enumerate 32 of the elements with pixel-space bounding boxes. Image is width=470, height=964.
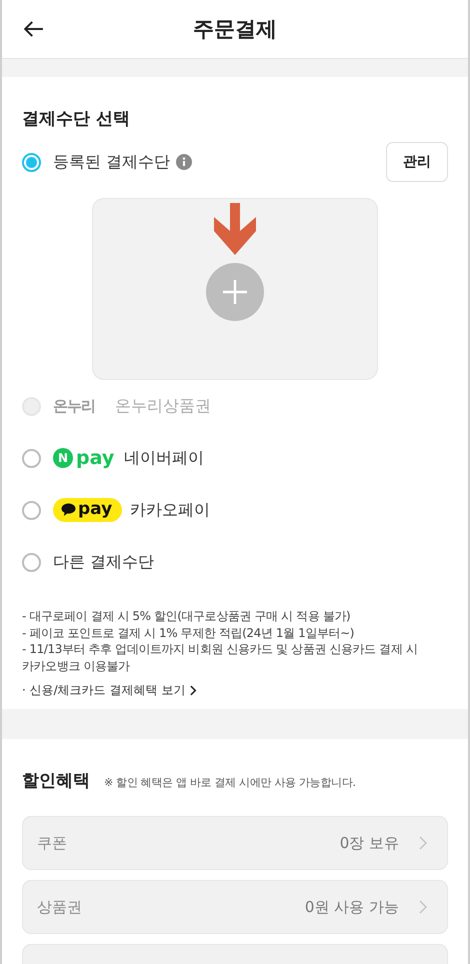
option-label: 다른 결제수단 <box>53 552 154 572</box>
option-label: 온누리상품권 <box>115 396 211 416</box>
naver-badge: N <box>53 448 73 468</box>
radio-button[interactable] <box>22 448 41 468</box>
chevron-right-icon <box>419 900 427 914</box>
chevron-right-icon <box>190 685 198 696</box>
kakaopay-logo: pay <box>53 498 122 522</box>
radio-button[interactable] <box>22 552 41 572</box>
card-benefit-link[interactable]: · 신용/체크카드 결제혜택 보기 <box>22 682 198 699</box>
page-title: 주문결제 <box>193 16 277 43</box>
section-title: 결제수단 선택 <box>22 108 131 130</box>
add-card-panel[interactable] <box>92 198 378 380</box>
radio-button[interactable] <box>22 500 41 520</box>
option-label: 등록된 결제수단 <box>53 152 170 172</box>
chevron-right-icon <box>419 836 427 850</box>
radio-button[interactable] <box>22 152 41 172</box>
notice-text: - 11/13부터 추후 업데이트까지 비회원 신용카드 및 상품권 신용카드 결제 시 카카오뱅크 이용불가 <box>22 641 418 674</box>
section-title: 할인혜택 <box>22 770 90 792</box>
add-icon[interactable] <box>206 263 264 321</box>
onnuri-logo: 온누리 <box>53 396 95 416</box>
back-arrow-icon[interactable] <box>24 21 44 37</box>
discount-note: ※ 할인 혜택은 앱 바로 결제 시에만 사용 가능합니다. <box>104 775 356 790</box>
arrow-icon <box>214 203 256 255</box>
notice-text: - 대구로페이 결제 시 5% 할인(대구로상품권 구매 시 적용 불가) <box>22 608 352 624</box>
notice-text: - 페이코 포인트로 결제 시 1% 무제한 적립(24년 1월 1일부터~) <box>22 624 356 641</box>
option-label: 카카오페이 <box>130 500 210 520</box>
manage-button[interactable]: 관리 <box>386 142 448 182</box>
discount-row[interactable]: 상품권 0원 사용 가능 <box>22 880 448 934</box>
discount-row[interactable]: 쿠폰 0장 보유 <box>22 816 448 870</box>
info-icon[interactable] <box>176 154 192 170</box>
pay-logo: pay <box>76 447 114 469</box>
option-label: 네이버페이 <box>124 448 204 468</box>
